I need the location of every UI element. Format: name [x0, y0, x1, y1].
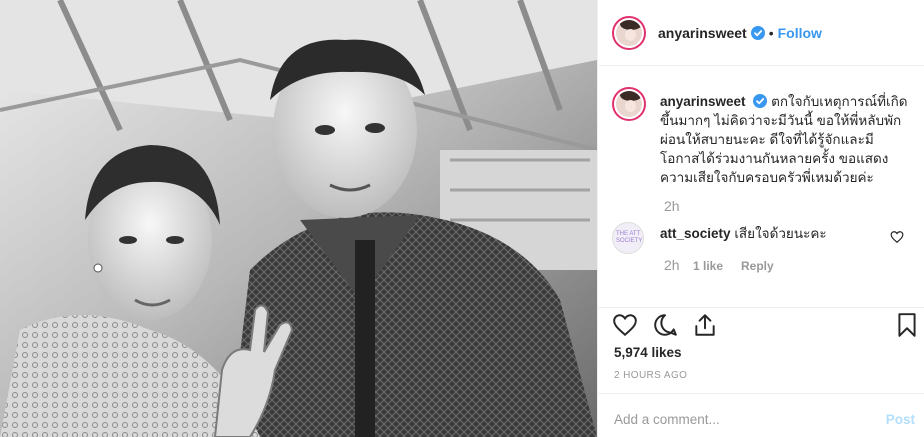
- comment-likes[interactable]: 1 like: [693, 259, 723, 273]
- comment-text: เสียใจด้วยนะคะ: [734, 226, 827, 241]
- heart-icon[interactable]: [612, 312, 638, 338]
- share-icon[interactable]: [692, 312, 718, 338]
- avatar-logo-text: THE ATT SOCIETY: [616, 231, 643, 244]
- caption-author-avatar[interactable]: [612, 87, 646, 121]
- comments-section[interactable]: anyarinsweet ตกใจกับเหตุการณ์ที่เกิดขึ้น…: [598, 67, 924, 307]
- comment-input[interactable]: Add a comment...: [614, 412, 720, 427]
- comment-icon[interactable]: [652, 312, 678, 338]
- post-timestamp[interactable]: 2 HOURS AGO: [614, 370, 687, 381]
- commenter-avatar[interactable]: THE ATT SOCIETY: [612, 222, 644, 254]
- caption: anyarinsweet ตกใจกับเหตุการณ์ที่เกิดขึ้น…: [660, 92, 910, 187]
- post-comment-button[interactable]: Post: [886, 412, 915, 427]
- caption-username[interactable]: anyarinsweet: [660, 94, 746, 109]
- verified-badge-icon: [753, 94, 768, 108]
- separator-dot: •: [768, 24, 774, 41]
- comment-like-heart-icon[interactable]: [890, 230, 904, 244]
- verified-badge-icon: [750, 25, 765, 40]
- author-username[interactable]: anyarinsweet: [658, 25, 747, 41]
- comment-composer: Add a comment... Post: [598, 393, 924, 437]
- action-bar: [598, 307, 924, 337]
- reply-button[interactable]: Reply: [741, 259, 774, 273]
- photo-image: [0, 0, 597, 437]
- bookmark-icon[interactable]: [894, 312, 920, 338]
- author-avatar[interactable]: [612, 15, 646, 50]
- comment-username[interactable]: att_society: [660, 226, 731, 241]
- likes-count[interactable]: 5,974 likes: [614, 345, 682, 360]
- post-header: anyarinsweet • Follow: [598, 0, 924, 66]
- post-panel: anyarinsweet • Follow anyarinsweet ตกใจก…: [597, 0, 924, 437]
- comment-time[interactable]: 2h: [664, 257, 680, 273]
- post-photo[interactable]: [0, 0, 597, 437]
- comment: att_society เสียใจด้วยนะคะ: [660, 224, 880, 243]
- follow-button[interactable]: Follow: [778, 25, 822, 41]
- caption-time[interactable]: 2h: [664, 198, 680, 214]
